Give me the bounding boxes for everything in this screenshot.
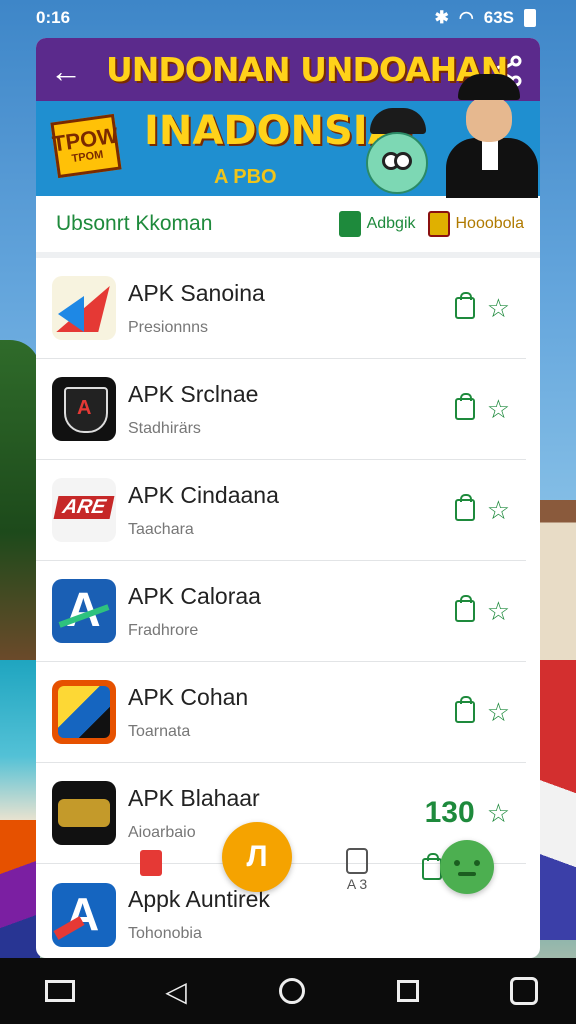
- screenshot-button[interactable]: [502, 977, 546, 1005]
- android-fab-button[interactable]: [440, 840, 494, 894]
- navigation-bar: ◁: [0, 958, 576, 1024]
- app-title: APK Sanoina: [128, 279, 265, 306]
- list-item[interactable]: APK Caloraa Fradhrore ☆: [36, 561, 526, 662]
- star-icon[interactable]: ☆: [487, 598, 510, 624]
- list-item[interactable]: APK Cohan Toarnata ☆: [36, 662, 526, 763]
- app-subtitle: Tohonobia: [128, 925, 202, 942]
- app-title: APK Blahaar: [128, 784, 260, 811]
- home-icon: [279, 978, 305, 1004]
- officer-illustration: [442, 74, 540, 198]
- banner: ← UNDONAN UNDOAHAN INADONSIA! A PBO TPOW…: [36, 38, 540, 198]
- app-icon: [52, 579, 116, 643]
- star-icon[interactable]: ☆: [487, 800, 510, 826]
- star-icon[interactable]: ☆: [487, 699, 510, 725]
- device-label: A 3: [346, 876, 368, 892]
- device-button[interactable]: A 3: [346, 848, 368, 892]
- back-button[interactable]: ←: [50, 53, 86, 89]
- back-nav-button[interactable]: ◁: [154, 975, 198, 1008]
- fab-label: Л: [246, 840, 268, 873]
- app-icon: [52, 680, 116, 744]
- mail-button[interactable]: [38, 980, 82, 1002]
- star-icon[interactable]: ☆: [487, 497, 510, 523]
- battery-icon: [524, 9, 536, 27]
- badge-adbgik[interactable]: Adbgik: [338, 211, 416, 237]
- crest-icon: [427, 211, 450, 237]
- star-icon[interactable]: ☆: [487, 396, 510, 422]
- status-bar: 0:16 ✱ ◠ 63S: [0, 0, 576, 36]
- background-palm: [0, 340, 40, 660]
- app-window: ← UNDONAN UNDOAHAN INADONSIA! A PBO TPOW…: [36, 38, 540, 958]
- red-tag-icon[interactable]: [140, 850, 162, 876]
- mail-icon: [45, 980, 75, 1002]
- background-building: [538, 500, 576, 660]
- mascot-hat: [370, 108, 426, 134]
- app-subtitle: Fradhrore: [128, 621, 199, 639]
- app-title: APK Cindaana: [128, 481, 279, 508]
- status-icons: ✱ ◠ 63S: [435, 8, 536, 28]
- bag-icon[interactable]: [454, 292, 475, 319]
- app-subtitle: Presionnns: [128, 318, 209, 336]
- device-icon: [346, 848, 368, 874]
- badge-adbgik-label: Adbgik: [366, 215, 416, 232]
- wifi-icon: ◠: [458, 8, 474, 27]
- list-item[interactable]: APK Cindaana Taachara ☆: [36, 460, 526, 561]
- background-sea: [0, 660, 40, 820]
- app-icon: [52, 781, 116, 845]
- list-item[interactable]: APK Srclnae Stadhirärs ☆: [36, 359, 526, 460]
- banner-title: UNDONAN UNDOAHAN: [106, 50, 508, 89]
- bag-icon[interactable]: [454, 696, 475, 723]
- banner-tagline: A PBO: [214, 166, 277, 188]
- list-header-title: Ubsonrt Kkoman: [56, 212, 213, 235]
- home-button[interactable]: [270, 978, 314, 1004]
- triangle-back-icon: ◁: [165, 975, 187, 1007]
- recents-icon: [397, 980, 419, 1002]
- app-title: APK Cohan: [128, 683, 249, 710]
- bag-icon[interactable]: [454, 393, 475, 420]
- status-battery-text: 63S: [483, 8, 514, 27]
- app-subtitle: Taachara: [128, 520, 194, 538]
- list-item[interactable]: APK Sanoina Presionnns ☆: [36, 258, 526, 359]
- header-badges: Adbgik Hooobola: [338, 211, 525, 237]
- background-flag-left: [0, 820, 40, 960]
- list-header: Ubsonrt Kkoman Adbgik Hooobola: [36, 196, 540, 258]
- bag-icon[interactable]: [422, 853, 442, 880]
- app-icon: [52, 276, 116, 340]
- app-icon: [52, 882, 116, 947]
- app-title: APK Caloraa: [128, 582, 261, 609]
- recents-button[interactable]: [386, 980, 430, 1002]
- app-icon: [52, 478, 116, 542]
- screenshot-icon: [510, 977, 538, 1005]
- badge-hooobola-label: Hooobola: [455, 215, 525, 232]
- star-icon[interactable]: ☆: [487, 295, 510, 321]
- bag-icon[interactable]: [454, 494, 475, 521]
- bluetooth-icon: ✱: [434, 8, 449, 27]
- fab-button[interactable]: Л: [222, 822, 292, 892]
- status-time: 0:16: [36, 8, 71, 27]
- shield-icon: [338, 211, 361, 237]
- app-subtitle: Toarnata: [128, 722, 191, 740]
- app-title: APK Srclnae: [128, 380, 259, 407]
- badge-hooobola[interactable]: Hooobola: [427, 211, 525, 237]
- banner-badge: TPOW TPOM: [50, 113, 122, 179]
- mascot-illustration: [366, 132, 428, 194]
- bag-icon[interactable]: [454, 595, 475, 622]
- rating-count: 130: [424, 796, 475, 829]
- app-icon: [52, 377, 116, 441]
- back-arrow-icon: ←: [50, 53, 82, 89]
- app-subtitle: Stadhirärs: [128, 419, 201, 437]
